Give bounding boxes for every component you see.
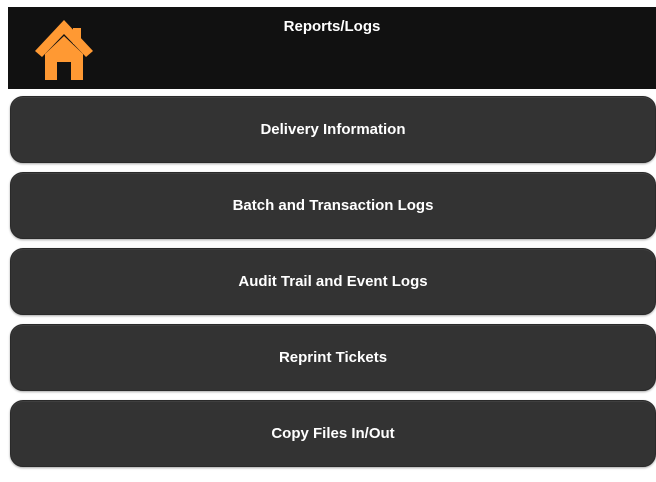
header-bar: Reports/Logs [8, 7, 656, 89]
audit-trail-event-logs-label: Audit Trail and Event Logs [238, 273, 428, 290]
delivery-information-button[interactable]: Delivery Information [10, 96, 656, 163]
reports-logs-screen: Reports/Logs Delivery Information Batch … [0, 0, 656, 482]
batch-transaction-logs-label: Batch and Transaction Logs [232, 197, 434, 214]
copy-files-button[interactable]: Copy Files In/Out [10, 400, 656, 467]
batch-transaction-logs-button[interactable]: Batch and Transaction Logs [10, 172, 656, 239]
delivery-information-label: Delivery Information [260, 121, 406, 138]
menu-list: Delivery Information Batch and Transacti… [10, 96, 656, 476]
audit-trail-event-logs-button[interactable]: Audit Trail and Event Logs [10, 248, 656, 315]
page-title: Reports/Logs [283, 18, 381, 35]
copy-files-label: Copy Files In/Out [271, 425, 395, 442]
reprint-tickets-button[interactable]: Reprint Tickets [10, 324, 656, 391]
reprint-tickets-label: Reprint Tickets [278, 349, 388, 366]
